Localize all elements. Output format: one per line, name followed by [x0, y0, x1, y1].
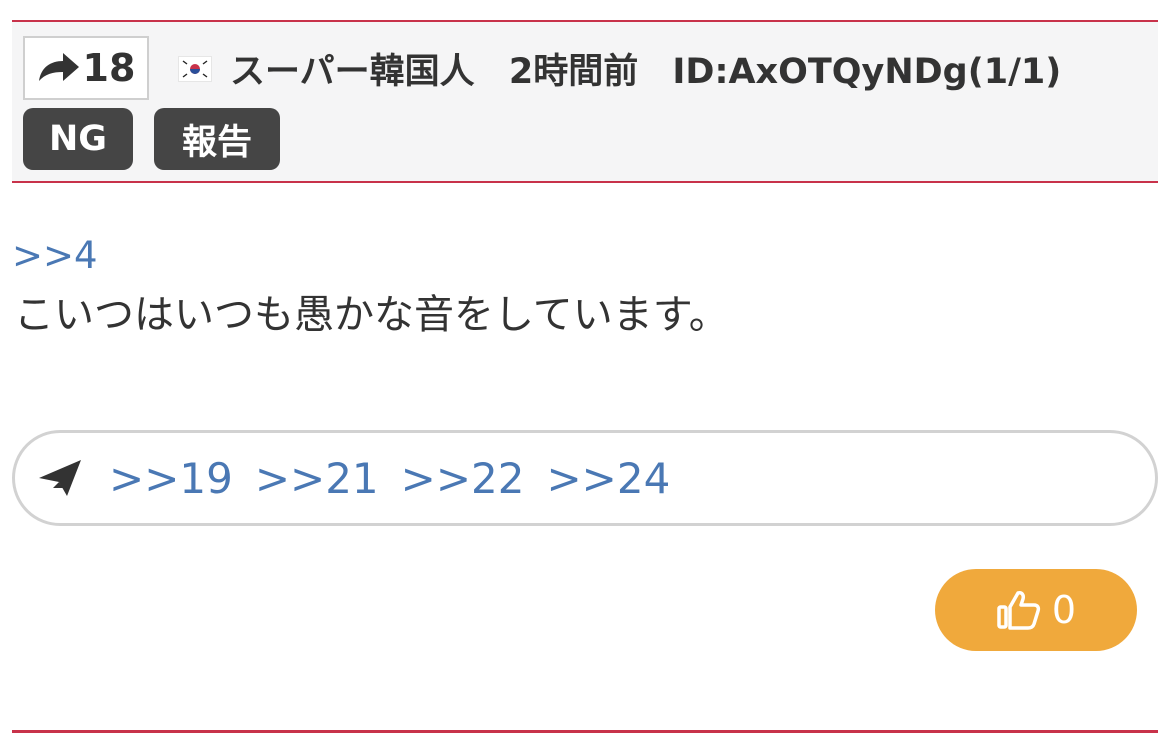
reply-anchor-link[interactable]: >>4 — [12, 234, 98, 278]
post-body: こいつはいつも愚かな音をしています。 — [14, 292, 729, 338]
poster-name[interactable]: スーパー韓国人 — [230, 52, 475, 92]
post-divider — [12, 730, 1158, 733]
korea-flag-icon — [178, 56, 212, 82]
reply-count-button[interactable]: 18 — [23, 36, 149, 100]
post-meta: スーパー韓国人 2時間前 ID:AxOTQyNDg(1/1) — [230, 50, 1083, 94]
post-time: 2時間前 — [508, 52, 639, 92]
reply-count: 18 — [82, 46, 136, 90]
ng-button[interactable]: NG — [23, 108, 133, 170]
reply-link[interactable]: >>22 — [401, 454, 525, 503]
post-card: 18 スーパー韓国人 2時間前 ID:AxOTQyNDg(1/1) NG 報告 … — [0, 0, 1170, 740]
thumbs-up-icon — [997, 591, 1041, 630]
share-arrow-icon — [38, 53, 79, 81]
like-count: 0 — [1051, 588, 1077, 632]
reply-link[interactable]: >>19 — [109, 454, 233, 503]
poster-id[interactable]: ID:AxOTQyNDg(1/1) — [672, 52, 1061, 92]
like-button[interactable]: 0 — [935, 569, 1137, 651]
reply-link[interactable]: >>21 — [255, 454, 379, 503]
reply-link[interactable]: >>24 — [546, 454, 670, 503]
report-button[interactable]: 報告 — [154, 108, 280, 170]
replies-box: >>19 >>21 >>22 >>24 — [12, 430, 1158, 526]
paper-plane-icon — [37, 458, 83, 498]
post-header: 18 スーパー韓国人 2時間前 ID:AxOTQyNDg(1/1) NG 報告 — [12, 20, 1158, 183]
